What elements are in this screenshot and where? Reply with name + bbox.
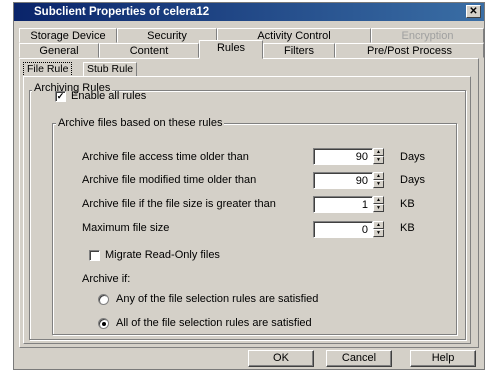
help-button[interactable]: Help [410,350,476,367]
access-time-label: Archive file access time older than [82,151,249,163]
subtab-file-rule[interactable]: File Rule [23,62,73,77]
tab-label: Encryption [401,30,454,42]
max-size-spinner[interactable]: ▲ ▼ [373,221,384,238]
tab-pre-post-process[interactable]: Pre/Post Process [335,43,484,58]
tab-encryption: Encryption [371,28,484,43]
max-size-label: Maximum file size [82,222,170,234]
checkmark-icon: ✓ [56,91,65,101]
tab-label: Security [147,30,187,42]
spin-down-arrow-icon[interactable]: ▼ [373,204,384,212]
tab-label: Filters [284,45,314,57]
access-time-unit: Days [400,151,426,163]
all-rules-radio[interactable] [98,318,109,329]
max-size-input[interactable]: 0 [313,221,373,238]
subtab-label: Stub Rule [87,63,134,75]
modified-time-spinner[interactable]: ▲ ▼ [373,172,384,189]
size-greater-spinner[interactable]: ▲ ▼ [373,196,384,213]
dialog-title: Subclient Properties of celera12 [34,6,210,18]
subtab-stub-rule[interactable]: Stub Rule [83,62,138,77]
spin-up-arrow-icon[interactable]: ▲ [373,172,384,180]
tab-rules[interactable]: Rules [199,40,263,59]
size-greater-unit: KB [400,198,415,210]
tab-label: Storage Device [30,30,106,42]
migrate-readonly-checkbox[interactable] [89,250,100,261]
cancel-button[interactable]: Cancel [326,350,392,367]
archive-if-label: Archive if: [82,273,131,285]
modified-time-label: Archive file modified time older than [82,174,257,186]
spin-up-arrow-icon[interactable]: ▲ [373,148,384,156]
tab-storage-device[interactable]: Storage Device [19,28,117,43]
any-rules-label[interactable]: Any of the file selection rules are sati… [116,293,318,305]
max-size-unit: KB [400,222,415,234]
tab-label: General [39,45,79,57]
any-rules-radio[interactable] [98,294,109,305]
ok-button[interactable]: OK [248,350,314,367]
close-button[interactable]: ✕ [466,5,481,18]
spin-up-arrow-icon[interactable]: ▲ [373,196,384,204]
tab-label: Pre/Post Process [367,45,452,57]
spin-down-arrow-icon[interactable]: ▼ [373,156,384,164]
enable-all-rules-label[interactable]: Enable all rules [71,90,146,102]
tab-label: Content [129,45,169,57]
migrate-readonly-label[interactable]: Migrate Read-Only files [105,249,220,261]
access-time-spinner[interactable]: ▲ ▼ [373,148,384,165]
all-rules-label[interactable]: All of the file selection rules are sati… [116,317,312,329]
modified-time-unit: Days [400,174,426,186]
size-greater-input[interactable]: 1 [313,196,373,213]
enable-all-rules-checkbox[interactable]: ✓ [55,91,66,102]
access-time-input[interactable]: 90 [313,148,373,165]
spin-up-arrow-icon[interactable]: ▲ [373,221,384,229]
spin-down-arrow-icon[interactable]: ▼ [373,180,384,188]
tab-label: Rules [216,42,246,54]
tab-content[interactable]: Content [99,43,199,58]
close-icon: ✕ [469,6,478,17]
modified-time-input[interactable]: 90 [313,172,373,189]
tab-general[interactable]: General [19,43,99,58]
tab-filters[interactable]: Filters [263,43,335,58]
size-greater-label: Archive file if the file size is greater… [82,198,276,210]
spin-down-arrow-icon[interactable]: ▼ [373,229,384,237]
subtab-label: File Rule [27,63,69,75]
tab-label: Activity Control [257,30,331,42]
archive-based-title: Archive files based on these rules [56,117,225,129]
title-bar[interactable]: Subclient Properties of celera12 ✕ [14,3,484,21]
